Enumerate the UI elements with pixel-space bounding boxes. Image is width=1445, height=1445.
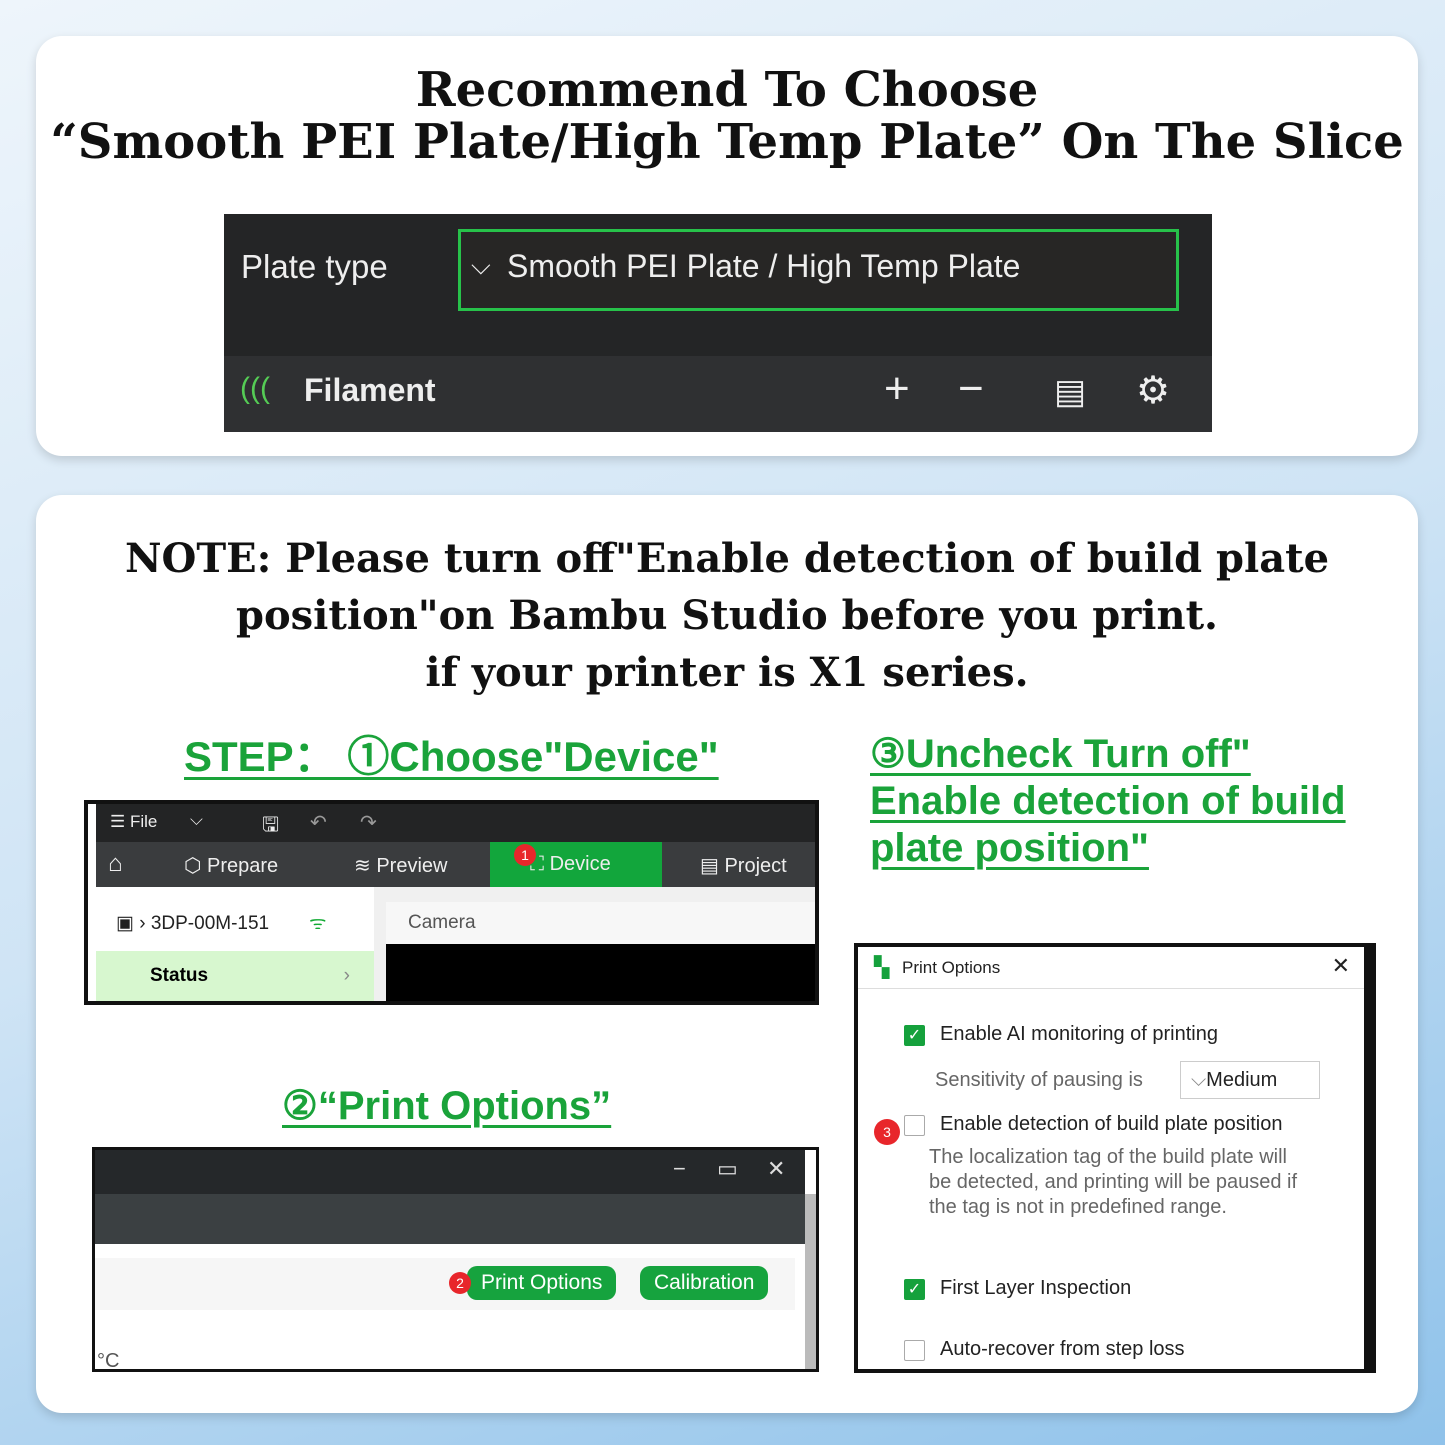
calibration-button[interactable]: Calibration [640,1266,769,1300]
step2-label: ②“Print Options” [282,1084,612,1128]
print-options-dialog: ▚ Print Options ✕ ✓ Enable AI monitoring… [854,943,1376,1373]
bottom-card: NOTE: Please turn off"Enable detection o… [36,495,1418,1413]
file-menu[interactable]: ☰ File [110,812,157,832]
camera-view [386,944,815,1001]
status-item[interactable]: Status › [96,951,374,1001]
note-line1: NOTE: Please turn off"Enable detection o… [124,535,1330,582]
top-card: Recommend To Choose “Smooth PEI Plate/Hi… [36,36,1418,456]
home-icon[interactable]: ⌂ [108,850,123,878]
minus-icon[interactable]: − [958,364,984,414]
plate-type-value: Smooth PEI Plate / High Temp Plate [507,248,1021,284]
wifi-icon: ᯤ [309,913,327,934]
dialog-title: Print Options [902,958,1001,977]
title-line1: Recommend To Choose [415,62,1039,118]
filament-label: Filament [304,372,436,408]
auto-recover-label: Auto-recover from step loss [940,1338,1185,1360]
filament-sync-icon[interactable]: ▤ [1054,372,1086,412]
step3-line1: ③Uncheck Turn off" [870,732,1251,776]
slicer-panel: Plate type ⌵ Smooth PEI Plate / High Tem… [224,214,1212,432]
temperature-unit: °C [97,1350,120,1372]
step-badge-2: 2 [449,1272,471,1294]
save-icon[interactable]: 🖫 [262,810,279,844]
printer-row[interactable]: ▣ › 3DP-00M-151 ᯤ [96,887,374,951]
plate-type-label: Plate type [241,248,388,285]
filament-bar: ((( Filament + − ▤ ⚙ [224,356,1212,432]
note-line2: position"on Bambu Studio before you prin… [236,592,1218,639]
step-badge-1: 1 [514,844,536,866]
gear-icon[interactable]: ⚙ [1136,368,1170,413]
auto-recover-checkbox[interactable] [904,1340,925,1361]
options-screenshot: − ▭ ✕ Print Options 2 Calibration °C [92,1147,819,1372]
step1-label: STEP： ①Choose"Device" [184,733,719,780]
window-titlebar: − ▭ ✕ [95,1150,805,1194]
device-screenshot: ☰ File ⌵ 🖫 ↶ ↷ ⌂ ⬡ Prepare ≋ Preview ⛶ D… [84,800,819,1005]
plate-type-dropdown[interactable]: ⌵ Smooth PEI Plate / High Temp Plate [458,229,1179,311]
minimize-icon[interactable]: − [673,1156,686,1182]
build-plate-detection-label: Enable detection of build plate position [940,1113,1283,1135]
filament-icon: ((( [240,372,270,405]
note-line3: if your printer is X1 series. [425,649,1029,696]
redo-icon[interactable]: ↷ [360,810,377,835]
toolbar-strip [95,1194,805,1244]
camera-header: Camera [386,902,815,944]
tab-preview[interactable]: ≋ Preview [354,853,447,878]
print-options-button[interactable]: Print Options [467,1266,617,1300]
build-plate-detection-checkbox[interactable] [904,1115,925,1136]
add-icon[interactable]: + [884,364,910,414]
step3-line2: Enable detection of build [870,779,1346,823]
sensitivity-label: Sensitivity of pausing is [935,1069,1143,1091]
chevron-down-icon[interactable]: ⌵ [190,810,203,830]
first-layer-label: First Layer Inspection [940,1277,1132,1299]
undo-icon[interactable]: ↶ [310,810,327,835]
sensitivity-dropdown[interactable]: ⌵Medium [1180,1061,1320,1099]
dialog-header: ▚ Print Options ✕ [858,947,1364,989]
step3-line3: plate position" [870,826,1149,870]
tab-bar: ⌂ ⬡ Prepare ≋ Preview ⛶ Device 1 ▤ Proje… [96,842,815,887]
menu-bar: ☰ File ⌵ 🖫 ↶ ↷ [96,804,815,842]
close-icon[interactable]: ✕ [767,1156,785,1182]
tab-project[interactable]: ▤ Project [700,853,787,878]
close-icon[interactable]: ✕ [1332,953,1350,979]
first-layer-checkbox[interactable]: ✓ [904,1279,925,1300]
ai-monitoring-label: Enable AI monitoring of printing [940,1023,1218,1045]
chevron-down-icon: ⌵ [471,250,491,280]
maximize-icon[interactable]: ▭ [717,1156,738,1182]
title-line2: “Smooth PEI Plate/High Temp Plate” On Th… [50,114,1404,170]
bambu-logo-icon: ▚ [874,957,890,979]
scrollbar[interactable] [805,1194,816,1369]
build-plate-detection-description: The localization tag of the build plate … [929,1146,1298,1218]
ai-monitoring-checkbox[interactable]: ✓ [904,1025,925,1046]
tab-prepare[interactable]: ⬡ Prepare [184,853,278,878]
step-badge-3: 3 [874,1119,900,1145]
